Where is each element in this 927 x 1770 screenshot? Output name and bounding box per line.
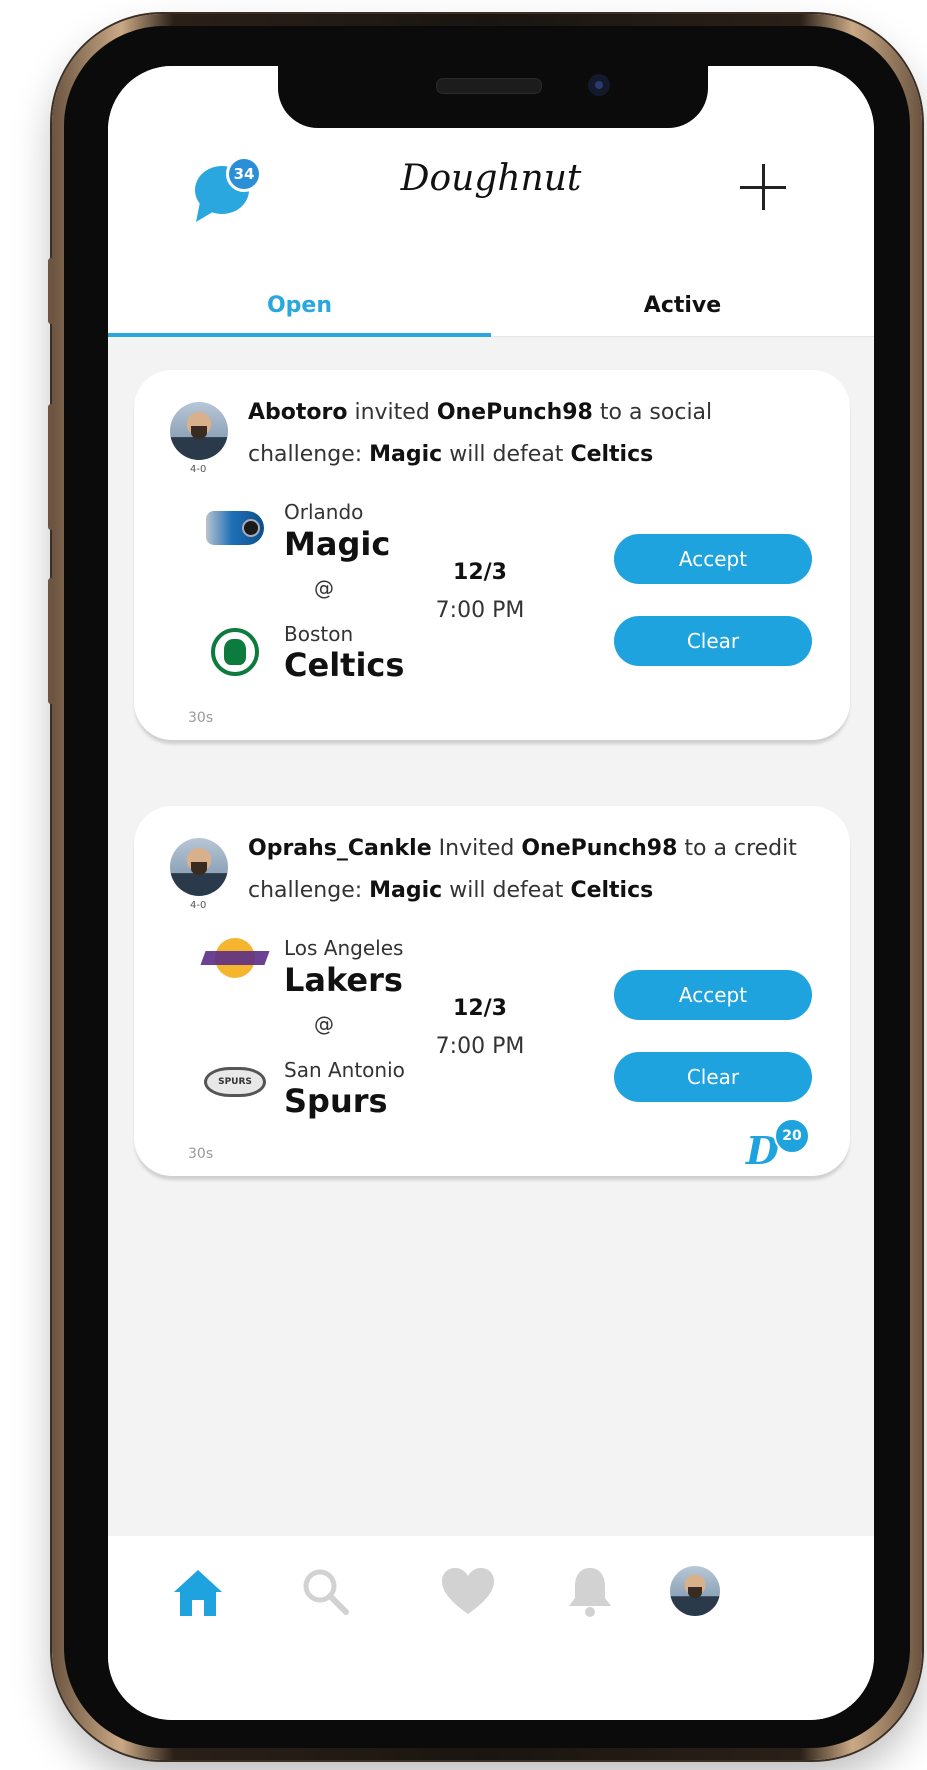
away-team: Lakers — [284, 961, 403, 999]
inviter-record: 4-0 — [190, 900, 207, 911]
inviter-avatar[interactable] — [170, 402, 228, 460]
challenge-card: 4-0 Oprahs_Cankle Invited OnePunch98 to … — [134, 806, 850, 1176]
invite-message: Abotoro invited OnePunch98 to a social c… — [248, 392, 828, 476]
profile-avatar — [670, 1566, 720, 1616]
app-screen: 34 Doughnut Open Active 4-0 Abotoro invi… — [108, 66, 874, 1720]
phone-volume-down — [48, 578, 54, 704]
credit-stake-badge: D 20 — [746, 1118, 812, 1173]
clear-button[interactable]: Clear — [614, 1052, 812, 1102]
game-date: 12/3 — [453, 996, 507, 1021]
at-symbol: @ — [314, 1012, 334, 1036]
away-city: Orlando — [284, 500, 364, 524]
add-challenge-button[interactable] — [738, 162, 788, 212]
lakers-logo-icon — [204, 930, 266, 986]
away-team: Magic — [284, 525, 391, 563]
tab-bar: Open Active — [108, 284, 874, 337]
pick-team: Magic — [369, 442, 443, 467]
opponent-team: Celtics — [570, 442, 654, 467]
clear-button[interactable]: Clear — [614, 616, 812, 666]
credit-amount: 20 — [774, 1118, 810, 1154]
nav-profile[interactable] — [664, 1562, 724, 1622]
opponent-team: Celtics — [570, 878, 654, 903]
invite-message: Oprahs_Cankle Invited OnePunch98 to a cr… — [248, 828, 828, 912]
home-icon — [174, 1570, 222, 1616]
invitee-name[interactable]: OnePunch98 — [437, 400, 593, 425]
challenge-age: 30s — [188, 1146, 214, 1162]
pick-verb: will defeat — [449, 878, 564, 903]
front-camera — [588, 74, 610, 96]
magic-logo-icon — [204, 500, 266, 556]
nav-favorites[interactable] — [438, 1562, 498, 1622]
invite-verb: Invited — [438, 836, 515, 861]
accept-button[interactable]: Accept — [614, 534, 812, 584]
nav-notifications[interactable] — [560, 1562, 620, 1622]
inviter-name[interactable]: Abotoro — [248, 400, 347, 425]
home-team: Celtics — [284, 646, 405, 684]
nav-home[interactable] — [168, 1562, 228, 1622]
game-date: 12/3 — [453, 560, 507, 585]
invitee-name[interactable]: OnePunch98 — [521, 836, 677, 861]
challenge-age: 30s — [188, 710, 214, 726]
phone-notch — [278, 66, 708, 128]
bell-icon — [569, 1568, 611, 1617]
home-city: San Antonio — [284, 1058, 405, 1082]
inviter-record: 4-0 — [190, 464, 207, 475]
heart-icon — [442, 1568, 494, 1614]
invite-verb: invited — [354, 400, 430, 425]
pick-verb: will defeat — [449, 442, 564, 467]
home-city: Boston — [284, 622, 354, 646]
spurs-logo-icon: SPURS — [204, 1054, 266, 1110]
at-symbol: @ — [314, 576, 334, 600]
nav-search[interactable] — [296, 1562, 356, 1622]
celtics-logo-icon — [204, 624, 266, 680]
phone-volume-up — [48, 404, 54, 530]
game-time: 7:00 PM — [435, 1034, 525, 1059]
tab-selected-indicator — [108, 333, 491, 337]
speaker-grille — [436, 78, 542, 94]
inviter-avatar[interactable] — [170, 838, 228, 896]
phone-side-button — [48, 258, 54, 324]
tab-active[interactable]: Active — [491, 284, 874, 336]
game-time: 7:00 PM — [435, 598, 525, 623]
accept-button[interactable]: Accept — [614, 970, 812, 1020]
search-icon — [303, 1569, 349, 1615]
bottom-nav — [108, 1536, 874, 1720]
away-city: Los Angeles — [284, 936, 404, 960]
tab-open[interactable]: Open — [108, 284, 491, 336]
challenge-card: 4-0 Abotoro invited OnePunch98 to a soci… — [134, 370, 850, 740]
pick-team: Magic — [369, 878, 443, 903]
home-team: Spurs — [284, 1082, 388, 1120]
inviter-name[interactable]: Oprahs_Cankle — [248, 836, 432, 861]
